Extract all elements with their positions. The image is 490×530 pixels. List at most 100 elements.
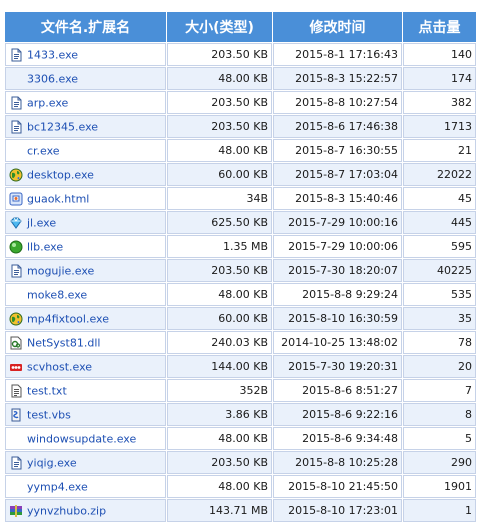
- hit-count-cell: 7: [402, 378, 477, 403]
- hit-count-cell: 35: [402, 306, 477, 331]
- table-header-row: 文件名.扩展名 大小(类型) 修改时间 点击量: [4, 11, 477, 43]
- file-name-cell: 3306.exe: [4, 66, 167, 91]
- file-size-cell: 48.00 KB: [166, 66, 273, 91]
- file-link[interactable]: windowsupdate.exe: [27, 432, 136, 445]
- hit-count-cell: 78: [402, 330, 477, 355]
- file-name-cell: cr.exe: [4, 138, 167, 163]
- file-link[interactable]: moke8.exe: [27, 288, 87, 301]
- hit-count-cell: 45: [402, 186, 477, 211]
- hit-count-cell: 290: [402, 450, 477, 475]
- file-link[interactable]: desktop.exe: [27, 168, 94, 181]
- file-size-cell: 48.00 KB: [166, 426, 273, 451]
- file-link[interactable]: llb.exe: [27, 240, 63, 253]
- file-name-cell: yymp4.exe: [4, 474, 167, 499]
- file-table: 文件名.扩展名 大小(类型) 修改时间 点击量 1433.exe 203.50 K…: [4, 11, 477, 523]
- script-icon: [9, 408, 23, 422]
- file-size-cell: 60.00 KB: [166, 306, 273, 331]
- file-name-cell: yynvzhubo.zip: [4, 498, 167, 523]
- globe-icon: [9, 312, 23, 326]
- file-link[interactable]: yymp4.exe: [27, 480, 88, 493]
- file-size-cell: 203.50 KB: [166, 450, 273, 475]
- empty-icon-slot: [9, 288, 23, 302]
- zip-archive-icon: [9, 504, 23, 518]
- file-link[interactable]: cr.exe: [27, 144, 60, 157]
- file-link[interactable]: mogujie.exe: [27, 264, 94, 277]
- modified-time-cell: 2015-7-29 10:00:06: [272, 234, 403, 259]
- file-name-cell: desktop.exe: [4, 162, 167, 187]
- column-header-size[interactable]: 大小(类型): [166, 11, 273, 43]
- table-row: mp4fixtool.exe 60.00 KB 2015-8-10 16:30:59…: [4, 306, 477, 331]
- hit-count-cell: 5: [402, 426, 477, 451]
- file-link[interactable]: test.txt: [27, 384, 67, 397]
- column-header-hits[interactable]: 点击量: [402, 11, 477, 43]
- empty-icon-slot: [9, 432, 23, 446]
- modified-time-cell: 2014-10-25 13:48:02: [272, 330, 403, 355]
- file-link[interactable]: bc12345.exe: [27, 120, 98, 133]
- file-link[interactable]: 1433.exe: [27, 48, 78, 61]
- file-size-cell: 240.03 KB: [166, 330, 273, 355]
- file-link[interactable]: scvhost.exe: [27, 360, 92, 373]
- file-size-cell: 625.50 KB: [166, 210, 273, 235]
- file-size-cell: 1.35 MB: [166, 234, 273, 259]
- hit-count-cell: 20: [402, 354, 477, 379]
- file-link[interactable]: test.vbs: [27, 408, 71, 421]
- table-row: test.txt 352B 2015-8-6 8:51:27 7: [4, 378, 477, 403]
- file-name-cell: guaok.html: [4, 186, 167, 211]
- column-header-name[interactable]: 文件名.扩展名: [4, 11, 167, 43]
- empty-icon-slot: [9, 480, 23, 494]
- file-link[interactable]: mp4fixtool.exe: [27, 312, 109, 325]
- empty-icon-slot: [9, 72, 23, 86]
- file-link[interactable]: jl.exe: [27, 216, 56, 229]
- file-name-cell: windowsupdate.exe: [4, 426, 167, 451]
- hit-count-cell: 40225: [402, 258, 477, 283]
- file-size-cell: 203.50 KB: [166, 42, 273, 67]
- file-link[interactable]: yynvzhubo.zip: [27, 504, 106, 517]
- file-listing-page: 文件名.扩展名 大小(类型) 修改时间 点击量 1433.exe 203.50 K…: [0, 5, 490, 525]
- hit-count-cell: 1713: [402, 114, 477, 139]
- modified-time-cell: 2015-8-8 10:27:54: [272, 90, 403, 115]
- document-icon: [9, 96, 23, 110]
- file-link[interactable]: yiqig.exe: [27, 456, 77, 469]
- table-row: windowsupdate.exe 48.00 KB 2015-8-6 9:34:4…: [4, 426, 477, 451]
- table-row: arp.exe 203.50 KB 2015-8-8 10:27:54 382: [4, 90, 477, 115]
- html-icon: [9, 192, 23, 206]
- modified-time-cell: 2015-8-3 15:40:46: [272, 186, 403, 211]
- table-row: 3306.exe 48.00 KB 2015-8-3 15:22:57 174: [4, 66, 477, 91]
- table-row: jl.exe 625.50 KB 2015-7-29 10:00:16 445: [4, 210, 477, 235]
- table-row: desktop.exe 60.00 KB 2015-8-7 17:03:04 2202…: [4, 162, 477, 187]
- file-size-cell: 203.50 KB: [166, 90, 273, 115]
- modified-time-cell: 2015-8-10 16:30:59: [272, 306, 403, 331]
- file-size-cell: 48.00 KB: [166, 138, 273, 163]
- file-table-body: 1433.exe 203.50 KB 2015-8-1 17:16:43 140 330…: [4, 42, 477, 523]
- column-header-time[interactable]: 修改时间: [272, 11, 403, 43]
- modified-time-cell: 2015-8-6 17:46:38: [272, 114, 403, 139]
- hit-count-cell: 8: [402, 402, 477, 427]
- modified-time-cell: 2015-8-1 17:16:43: [272, 42, 403, 67]
- hit-count-cell: 445: [402, 210, 477, 235]
- file-link[interactable]: guaok.html: [27, 192, 89, 205]
- modified-time-cell: 2015-7-30 18:20:07: [272, 258, 403, 283]
- file-name-cell: moke8.exe: [4, 282, 167, 307]
- file-name-cell: scvhost.exe: [4, 354, 167, 379]
- file-link[interactable]: NetSyst81.dll: [27, 336, 100, 349]
- file-link[interactable]: arp.exe: [27, 96, 68, 109]
- table-row: llb.exe 1.35 MB 2015-7-29 10:00:06 595: [4, 234, 477, 259]
- table-row: test.vbs 3.86 KB 2015-8-6 9:22:16 8: [4, 402, 477, 427]
- hit-count-cell: 22022: [402, 162, 477, 187]
- file-link[interactable]: 3306.exe: [27, 72, 78, 85]
- table-row: guaok.html 34B 2015-8-3 15:40:46 45: [4, 186, 477, 211]
- document-icon: [9, 48, 23, 62]
- file-size-cell: 60.00 KB: [166, 162, 273, 187]
- file-size-cell: 3.86 KB: [166, 402, 273, 427]
- table-row: NetSyst81.dll 240.03 KB 2014-10-25 13:48:0…: [4, 330, 477, 355]
- modified-time-cell: 2015-8-10 21:45:50: [272, 474, 403, 499]
- file-name-cell: bc12345.exe: [4, 114, 167, 139]
- modified-time-cell: 2015-8-7 17:03:04: [272, 162, 403, 187]
- file-size-cell: 352B: [166, 378, 273, 403]
- hit-count-cell: 595: [402, 234, 477, 259]
- document-icon: [9, 456, 23, 470]
- file-name-cell: NetSyst81.dll: [4, 330, 167, 355]
- file-name-cell: jl.exe: [4, 210, 167, 235]
- hit-count-cell: 140: [402, 42, 477, 67]
- table-row: 1433.exe 203.50 KB 2015-8-1 17:16:43 140: [4, 42, 477, 67]
